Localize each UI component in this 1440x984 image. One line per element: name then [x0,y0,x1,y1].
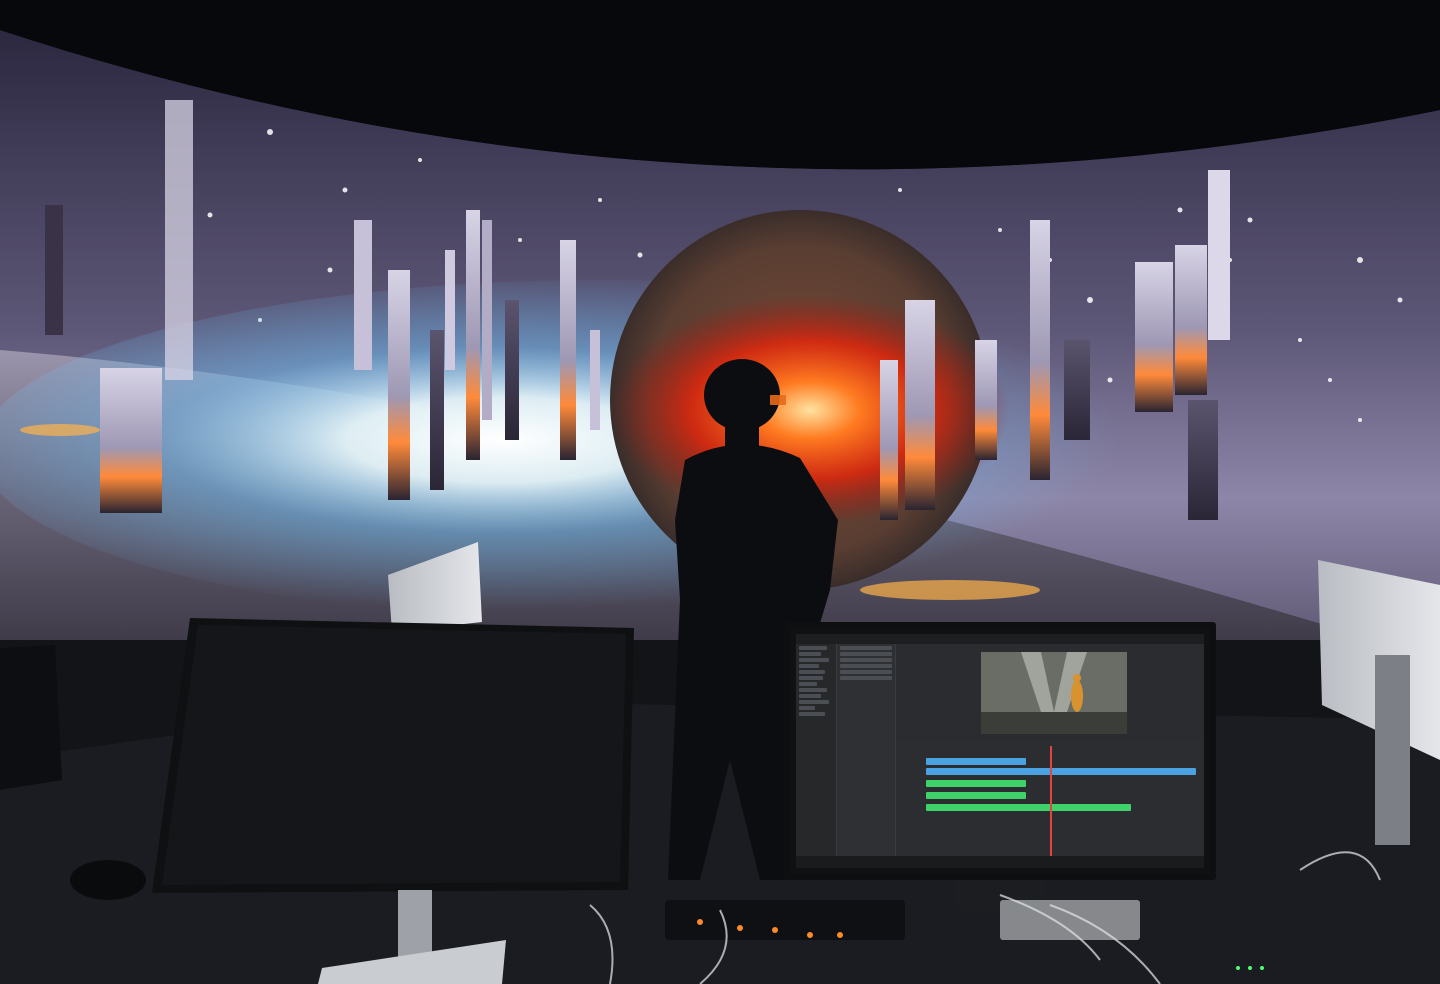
video-editor-screen [790,628,1210,874]
video-clip [926,758,1026,765]
audio-clip [926,792,1026,799]
preview-frame [981,652,1127,734]
editor-media-browser [796,644,837,856]
audio-clip [926,780,1026,787]
editor-clip-list [837,644,896,856]
immersive-room-scene [0,0,1440,984]
video-clip [926,768,1196,775]
os-taskbar [796,856,1204,868]
room-illustration [0,0,1440,984]
editor-preview-viewer [981,652,1127,734]
editor-menu-bar [796,634,1204,644]
timeline-playhead [1050,746,1052,864]
audio-clip [926,804,1131,811]
